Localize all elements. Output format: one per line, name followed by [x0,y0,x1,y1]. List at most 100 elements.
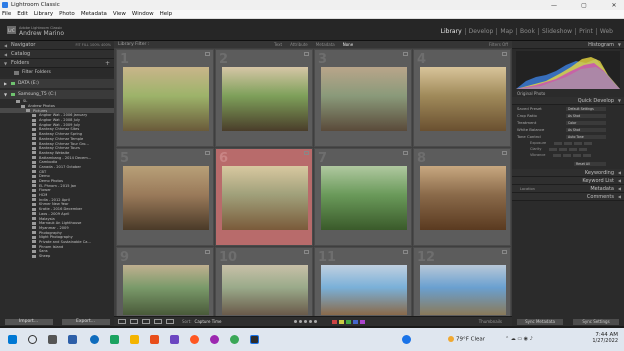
clock[interactable]: 7:44 AM 1/27/2022 [592,332,618,344]
keywording-header[interactable]: Keywording ◀ [512,169,624,177]
tray-app-icon[interactable] [402,335,411,344]
badge-icon[interactable] [502,52,507,56]
survey-view-icon[interactable] [154,319,162,324]
module-library[interactable]: Library [438,28,465,35]
badge-icon[interactable] [205,52,210,56]
badge-icon[interactable] [205,250,210,254]
photo-thumbnail[interactable] [222,166,308,230]
grid-cell[interactable]: 2 [215,49,313,147]
menu-view[interactable]: View [113,11,126,17]
color-labels[interactable] [332,319,367,324]
add-folder-icon[interactable]: + [105,60,110,67]
app-icon[interactable] [150,335,159,344]
sync-metadata-button[interactable]: Sync Metadata [517,318,563,325]
grid-cell[interactable]: 1 [116,49,214,147]
filter-folders-field[interactable]: Filter Folders [0,68,114,77]
grid-cell[interactable]: 5 [116,148,214,246]
comments-header[interactable]: Comments ◀ [512,193,624,201]
grid-cell[interactable]: 11 [314,247,412,316]
module-develop[interactable]: Develop [464,28,497,35]
photo-thumbnail[interactable] [420,265,506,315]
histogram-header[interactable]: Histogram ▼ [512,41,624,49]
badge-icon[interactable] [502,151,507,155]
grid-cell[interactable]: 4 [413,49,511,147]
photo-thumbnail[interactable] [321,265,407,315]
rating-stars[interactable] [294,320,319,323]
star-icon[interactable] [314,320,317,323]
app-icon[interactable] [110,335,119,344]
lightroom-taskbar-icon[interactable] [250,335,259,344]
menu-library[interactable]: Library [34,11,53,17]
star-icon[interactable] [304,320,307,323]
loupe-view-icon[interactable] [130,319,138,324]
navigator-header[interactable]: ◀ Navigator FIT FILL 100% 400% [0,41,114,50]
menu-file[interactable]: File [2,11,11,17]
volume-samsung[interactable]: ▼ Samsung_T5 (C:) [0,90,114,99]
badge-icon[interactable] [502,250,507,254]
grid-cell[interactable]: 3 [314,49,412,147]
red-label-icon[interactable] [332,319,337,324]
search-icon[interactable] [28,335,37,344]
grid-cell[interactable]: 7 [314,148,412,246]
grid-cell[interactable]: 12 [413,247,511,316]
grid-cell[interactable]: 8 [413,148,511,246]
tone-adjust-buttons[interactable] [553,153,593,157]
thumbnails-slider-label[interactable]: Thumbnails [479,319,502,324]
photo-thumbnail[interactable] [123,67,209,131]
close-button[interactable]: ✕ [604,0,624,10]
menu-help[interactable]: Help [160,11,173,17]
weather-widget[interactable]: 79°F Clear [448,336,485,343]
painter-icon[interactable] [166,319,174,324]
import-button[interactable]: Import... [4,318,53,325]
minimize-button[interactable]: — [544,0,564,10]
volume-data[interactable]: ▶ DATA (E:) [0,79,114,88]
photo-thumbnail[interactable] [222,67,308,131]
grid-cell[interactable]: 9 [116,247,214,316]
grid-cell[interactable]: 6 [215,148,313,246]
badge-icon[interactable] [403,52,408,56]
photo-thumbnail[interactable] [420,67,506,131]
photo-thumbnail[interactable] [420,166,506,230]
yellow-label-icon[interactable] [339,319,344,324]
photo-thumbnail[interactable] [123,265,209,315]
badge-icon[interactable] [205,151,210,155]
navigator-zoom-options[interactable]: FIT FILL 100% 400% [76,43,111,47]
catalog-header[interactable]: ◀ Catalog [0,50,114,59]
menu-window[interactable]: Window [132,11,154,17]
keyword-list-header[interactable]: Keyword List ◀ [512,177,624,185]
badge-icon[interactable] [304,250,309,254]
photo-thumbnail[interactable] [123,166,209,230]
module-web[interactable]: Web [595,28,616,35]
filter-tab-metadata[interactable]: Metadata [316,42,335,47]
module-print[interactable]: Print [575,28,596,35]
tone-adjust-buttons[interactable] [554,141,594,145]
filter-tab-attribute[interactable]: Attribute [290,42,308,47]
app-icon[interactable] [210,335,219,344]
tone-adjust-buttons[interactable] [549,147,589,151]
app-icon[interactable] [190,335,199,344]
module-slideshow[interactable]: Slideshow [537,28,575,35]
crop-ratio-dropdown[interactable]: As Shot [566,113,606,118]
grid-cell[interactable]: 10 [215,247,313,316]
badge-icon[interactable] [304,151,309,155]
edge-icon[interactable] [90,335,99,344]
chrome-icon[interactable] [230,335,239,344]
badge-icon[interactable] [403,151,408,155]
quick-develop-header[interactable]: Quick Develop ▼ [512,97,624,105]
filter-tab-text[interactable]: Text [274,42,282,47]
module-book[interactable]: Book [516,28,538,35]
menu-metadata[interactable]: Metadata [81,11,107,17]
filters-off-dropdown[interactable]: Filters Off [489,42,508,47]
folder-tree-item[interactable]: Sheep [0,254,114,259]
windows-start-icon[interactable] [8,335,17,344]
photo-thumbnail[interactable] [222,265,308,315]
widgets-icon[interactable] [68,335,77,344]
app-icon[interactable] [170,335,179,344]
star-icon[interactable] [294,320,297,323]
photo-thumbnail[interactable] [321,67,407,131]
metadata-header[interactable]: Location Metadata ◀ [512,185,624,193]
badge-icon[interactable] [304,52,309,56]
export-button[interactable]: Export... [61,318,110,325]
file-explorer-icon[interactable] [130,335,139,344]
auto-tone-button[interactable]: Auto Tone [566,134,606,139]
